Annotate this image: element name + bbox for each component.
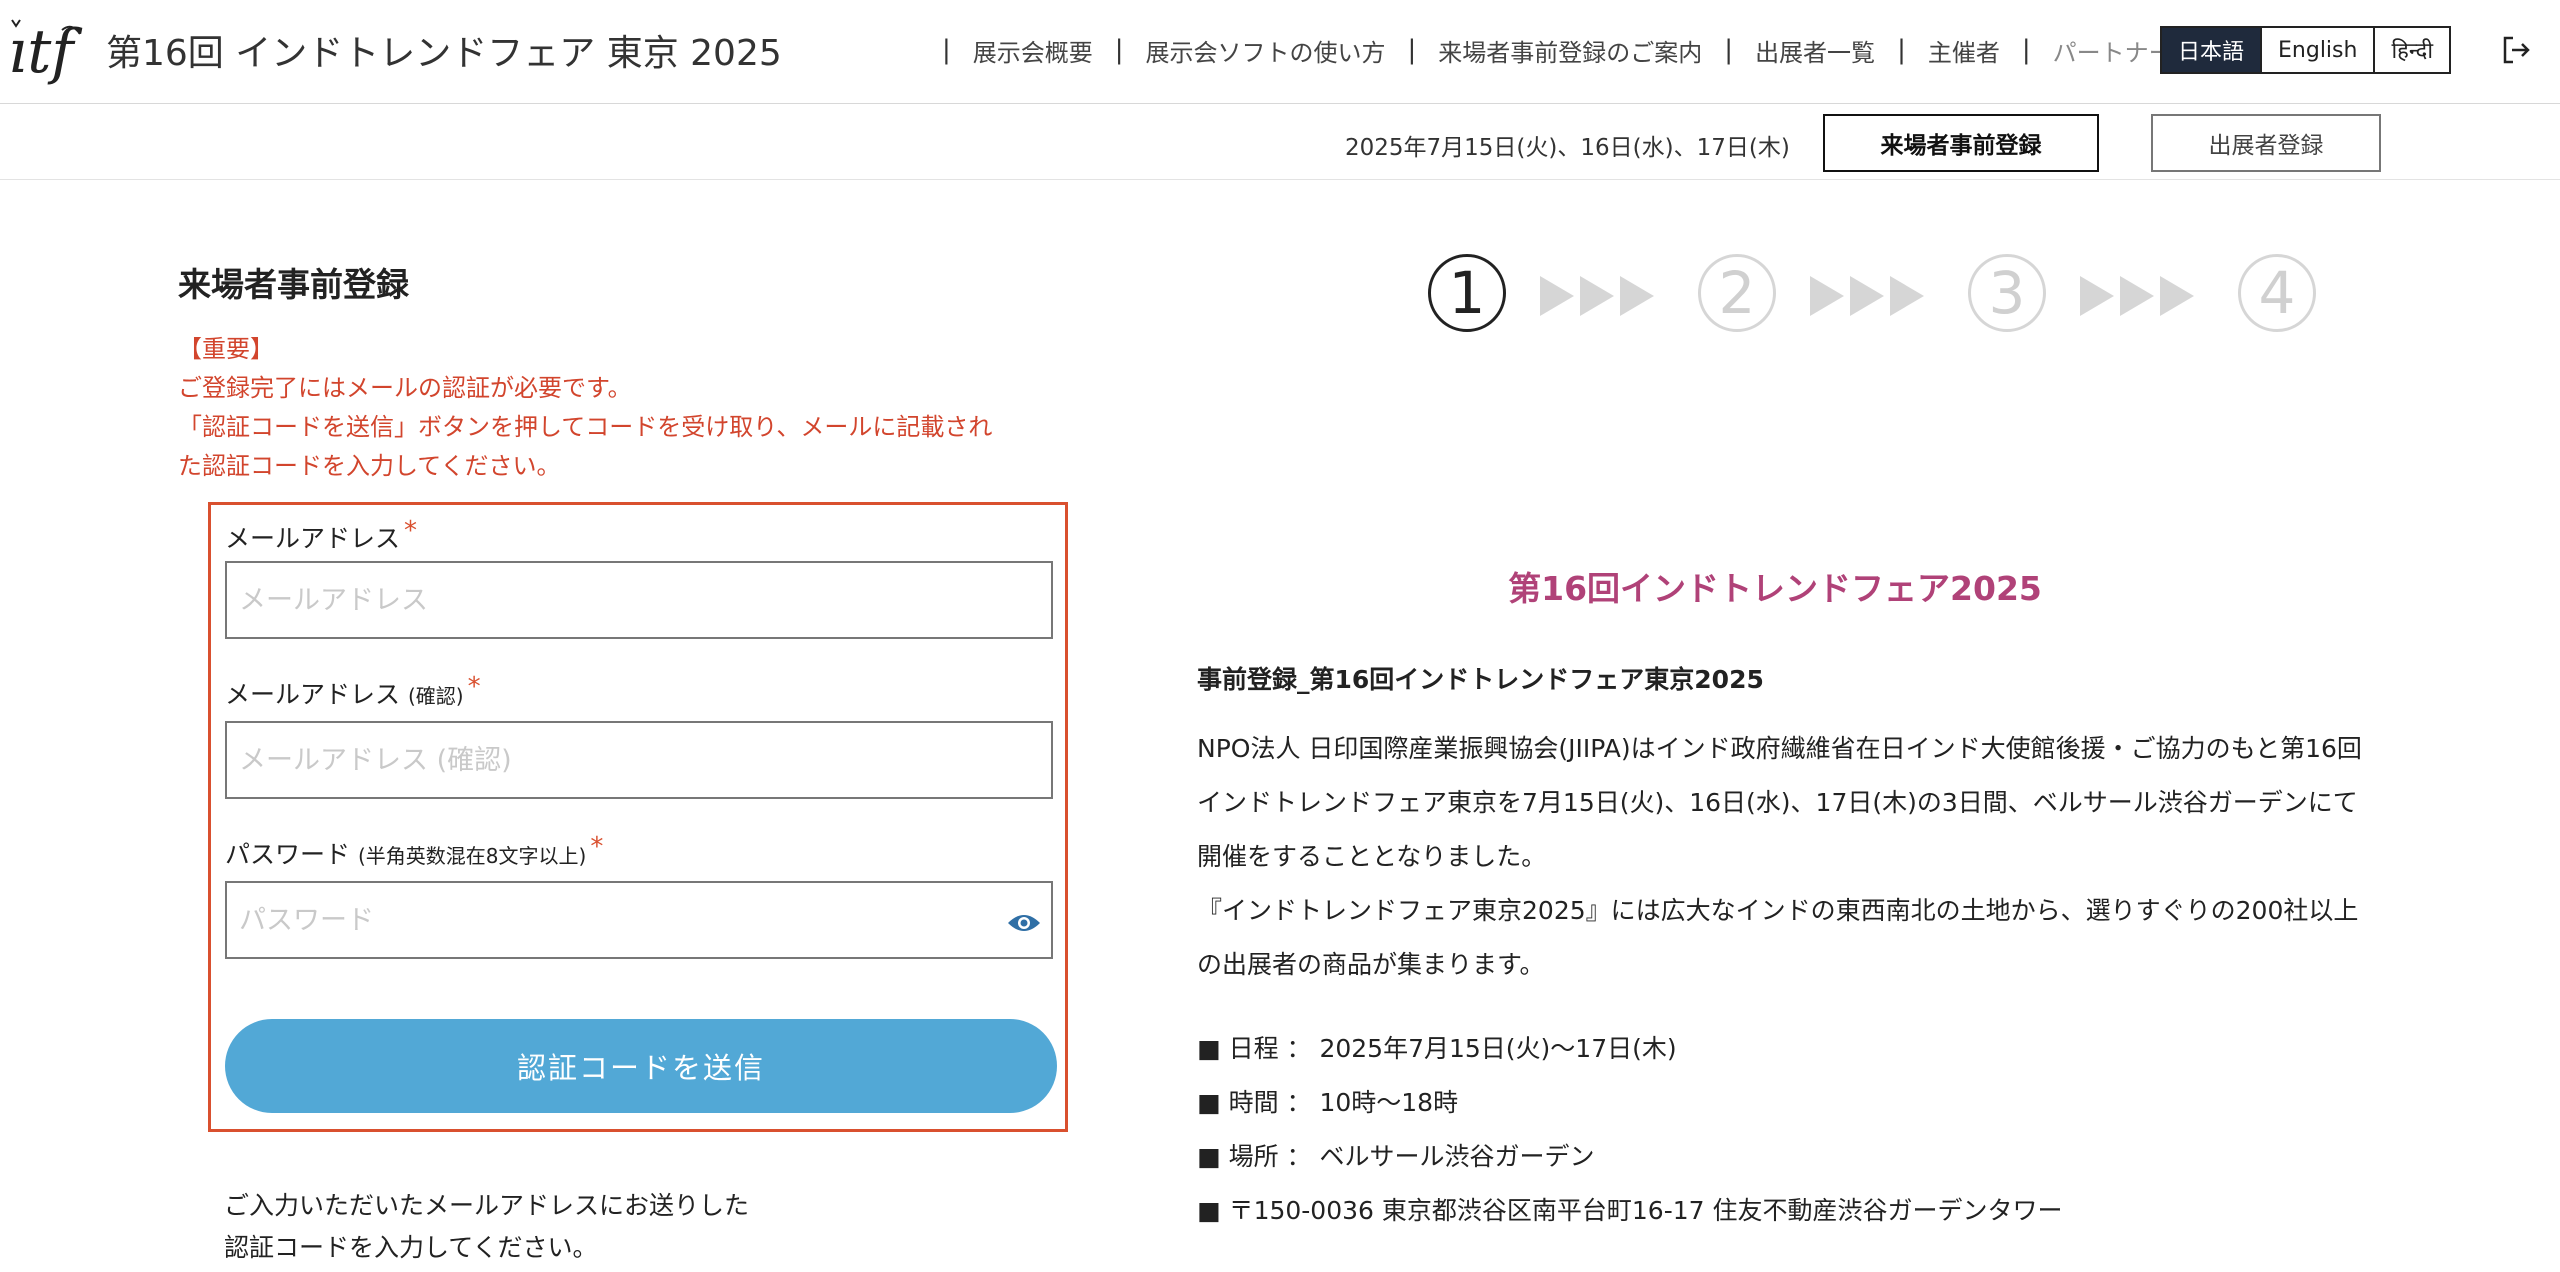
password-label: パスワード (半角英数混在8文字以上) * <box>225 832 604 871</box>
event-title: 第16回インドトレンドフェア2025 <box>1508 569 2042 608</box>
exhibitor-registration-button[interactable]: 出展者登録 <box>2151 114 2381 172</box>
important-notice: 【重要】 ご登録完了にはメールの認証が必要です。 「認証コードを送信」ボタンを押… <box>178 330 1058 486</box>
instruction-line: 認証コードを入力してください。 <box>224 1233 598 1262</box>
description-paragraph: 『インドトレンドフェア東京2025』には広大なインドの東西南北の土地から、選りす… <box>1197 896 2359 979</box>
notice-line: 【重要】 <box>178 335 274 363</box>
email-confirm-label-text: メールアドレス <box>225 680 401 709</box>
nav-separator: | <box>1897 35 1906 65</box>
email-confirm-note: (確認) <box>407 684 464 708</box>
registration-steps: 1 2 3 4 <box>1428 254 2328 338</box>
code-instruction: ご入力いただいたメールアドレスにお送りした 認証コードを入力してください。 <box>224 1185 749 1269</box>
notice-line: ご登録完了にはメールの認証が必要です。 <box>178 374 632 402</box>
info-schedule: ■ 日程 ： 2025年7月15日(火)〜17日(木) <box>1197 1034 1677 1063</box>
nav-separator: | <box>1407 35 1417 65</box>
info-venue: ■ 場所 ： ベルサール渋谷ガーデン <box>1197 1142 1595 1171</box>
step-3: 3 <box>1968 254 2046 332</box>
email-label-text: メールアドレス <box>225 524 401 553</box>
triple-arrow-icon <box>1540 276 1654 316</box>
triple-arrow-icon <box>2080 276 2194 316</box>
email-field[interactable] <box>225 561 1053 639</box>
password-note: (半角英数混在8文字以上) <box>357 844 587 868</box>
notice-line: た認証コードを入力してください。 <box>178 452 561 480</box>
itf-logo[interactable]: ıtf <box>6 10 84 88</box>
notice-line: 「認証コードを送信」ボタンを押してコードを受け取り、メールに記載され <box>178 413 993 441</box>
required-mark: * <box>404 516 418 546</box>
password-field[interactable] <box>225 881 1053 959</box>
registration-form: メールアドレス* メールアドレス (確認)* パスワード (半角英数混在8文字以… <box>208 502 1068 1132</box>
step-1: 1 <box>1428 254 1506 332</box>
language-switcher: 日本語 English हिन्दी <box>2160 26 2452 74</box>
nav-item-organizer[interactable]: 主催者 <box>1928 33 2000 68</box>
eye-icon[interactable] <box>1007 911 1041 935</box>
send-code-button[interactable]: 認証コードを送信 <box>225 1019 1057 1113</box>
email-confirm-label: メールアドレス (確認) * <box>225 672 481 711</box>
nav-item-exhibitor-list[interactable]: 出展者一覧 <box>1755 33 1875 68</box>
event-description: NPO法人 日印国際産業振興協会(JIIPA)はインド政府繊維省在日インド大使館… <box>1197 722 2367 992</box>
lang-english-button[interactable]: English <box>2262 28 2376 72</box>
visitor-registration-button[interactable]: 来場者事前登録 <box>1823 114 2099 172</box>
required-mark: * <box>467 672 481 702</box>
sub-header: 2025年7月15日(火)、16日(水)、17日(木) 来場者事前登録 出展者登… <box>0 104 2560 180</box>
nav-separator: | <box>1724 35 1734 65</box>
info-time: ■ 時間 ： 10時〜18時 <box>1197 1088 1459 1117</box>
site-title[interactable]: 第16回 インドトレンドフェア 東京 2025 <box>106 24 782 76</box>
logout-icon[interactable] <box>2500 34 2532 66</box>
description-paragraph: NPO法人 日印国際産業振興協会(JIIPA)はインド政府繊維省在日インド大使館… <box>1197 734 2362 871</box>
step-2: 2 <box>1698 254 1776 332</box>
page-title: 来場者事前登録 <box>178 265 409 304</box>
nav-separator: | <box>942 35 951 65</box>
nav-item-software-guide[interactable]: 展示会ソフトの使い方 <box>1146 33 1386 68</box>
lang-japanese-button[interactable]: 日本語 <box>2162 28 2263 72</box>
email-label: メールアドレス * <box>225 516 418 555</box>
event-info-list: ■ 日程 ： 2025年7月15日(火)〜17日(木) ■ 時間 ： 10時〜1… <box>1197 1022 2062 1238</box>
email-confirm-field[interactable] <box>225 721 1053 799</box>
registration-subtitle: 事前登録_第16回インドトレンドフェア東京2025 <box>1197 665 1764 694</box>
main-nav: | 展示会概要 | 展示会ソフトの使い方 | 来場者事前登録のご案内 | 出展者… <box>920 30 2225 70</box>
step-4: 4 <box>2238 254 2316 332</box>
nav-item-visitor-registration-guide[interactable]: 来場者事前登録のご案内 <box>1438 33 1702 68</box>
triple-arrow-icon <box>1810 276 1924 316</box>
instruction-line: ご入力いただいたメールアドレスにお送りした <box>224 1191 750 1220</box>
nav-separator: | <box>1114 35 1124 65</box>
required-mark: * <box>590 832 604 862</box>
nav-item-overview[interactable]: 展示会概要 <box>973 33 1093 68</box>
password-label-text: パスワード <box>225 840 351 869</box>
nav-item-partner[interactable]: パートナー <box>2053 33 2173 68</box>
event-dates: 2025年7月15日(火)、16日(水)、17日(木) <box>1345 135 1790 161</box>
info-address: ■ 〒150-0036 東京都渋谷区南平台町16-17 住友不動産渋谷ガーデンタ… <box>1197 1196 2063 1225</box>
lang-hindi-button[interactable]: हिन्दी <box>2375 28 2449 72</box>
nav-separator: | <box>2021 35 2031 65</box>
site-header: ıtf 第16回 インドトレンドフェア 東京 2025 | 展示会概要 | 展示… <box>0 0 2560 104</box>
